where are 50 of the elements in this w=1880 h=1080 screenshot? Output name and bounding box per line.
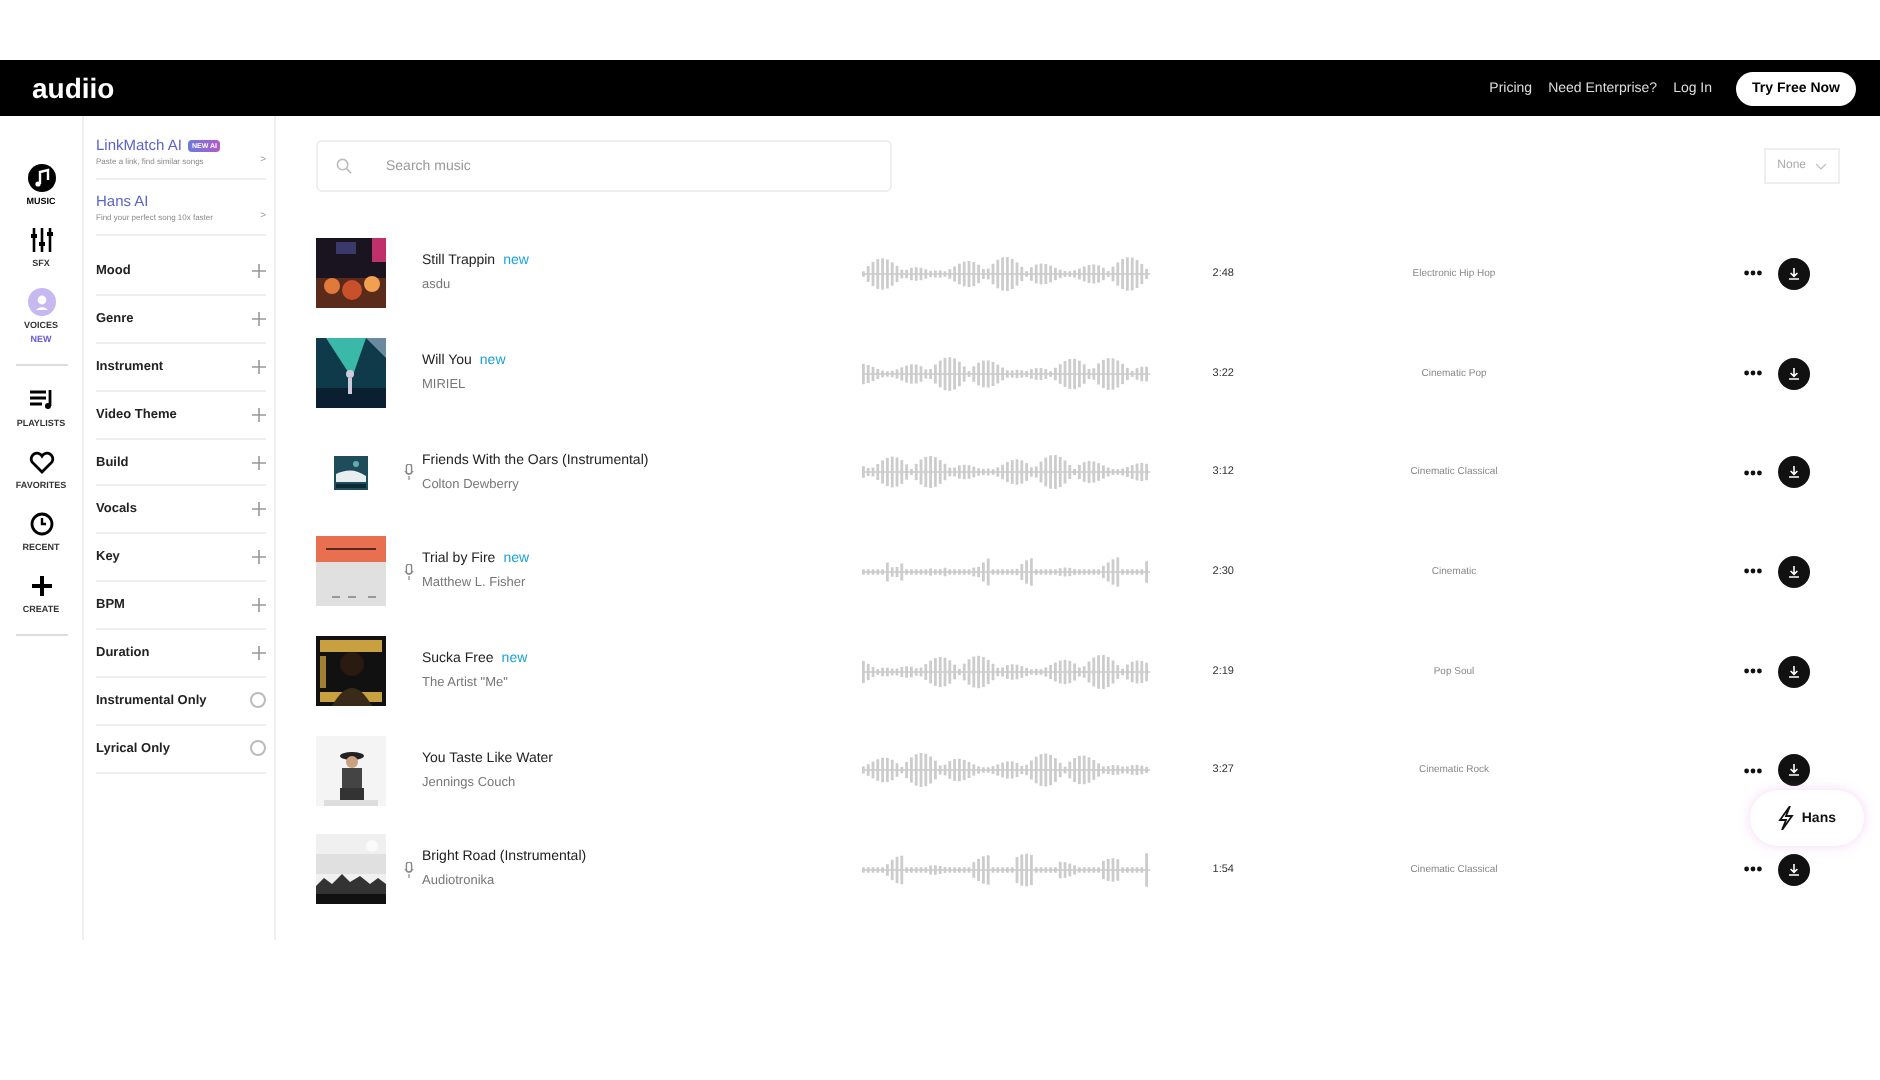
download-button[interactable] — [1778, 456, 1810, 489]
plus-icon — [252, 359, 266, 374]
download-button[interactable] — [1778, 655, 1810, 688]
clock-icon — [27, 510, 55, 538]
download-icon — [1788, 466, 1800, 479]
more-options-button[interactable] — [1744, 370, 1762, 377]
more-icon — [1744, 370, 1762, 377]
plus-icon — [252, 550, 266, 565]
more-options-button[interactable] — [1744, 469, 1762, 476]
plus-icon — [252, 598, 266, 613]
more-options-button[interactable] — [1744, 767, 1762, 774]
download-button[interactable] — [1778, 257, 1810, 290]
plus-icon — [252, 646, 266, 661]
download-icon — [1788, 665, 1800, 678]
toggle-circle[interactable] — [250, 740, 266, 757]
download-button[interactable] — [1778, 853, 1810, 886]
music-note-icon — [27, 164, 55, 192]
more-options-button[interactable] — [1744, 668, 1762, 675]
download-icon — [1788, 764, 1800, 777]
download-icon — [1788, 565, 1800, 578]
lightning-icon — [1777, 806, 1794, 830]
plus-icon — [252, 455, 266, 469]
more-options-button[interactable] — [1744, 568, 1762, 575]
plus-icon — [252, 311, 266, 326]
toggle-circle[interactable] — [250, 692, 266, 709]
voice-icon — [27, 288, 55, 316]
plus-icon — [27, 572, 55, 600]
download-button[interactable] — [1778, 357, 1810, 390]
more-icon — [1744, 767, 1762, 774]
plus-icon — [252, 407, 266, 422]
chevron-down-icon — [1816, 163, 1826, 169]
download-button[interactable] — [1778, 754, 1810, 787]
download-icon — [1788, 267, 1800, 280]
more-icon — [1744, 568, 1762, 575]
logo[interactable]: audiio — [32, 72, 115, 104]
heart-icon — [27, 448, 55, 476]
more-icon — [1744, 866, 1762, 873]
download-button[interactable] — [1778, 555, 1810, 588]
plus-icon — [252, 502, 266, 517]
list-icon — [27, 386, 55, 414]
more-icon — [1744, 469, 1762, 476]
search-icon — [336, 158, 352, 174]
more-options-button[interactable] — [1744, 866, 1762, 873]
more-icon — [1744, 270, 1762, 277]
more-options-button[interactable] — [1744, 270, 1762, 277]
download-icon — [1788, 367, 1800, 380]
download-icon — [1788, 863, 1800, 876]
more-icon — [1744, 668, 1762, 675]
plus-icon — [252, 263, 266, 278]
sliders-icon — [27, 226, 55, 254]
